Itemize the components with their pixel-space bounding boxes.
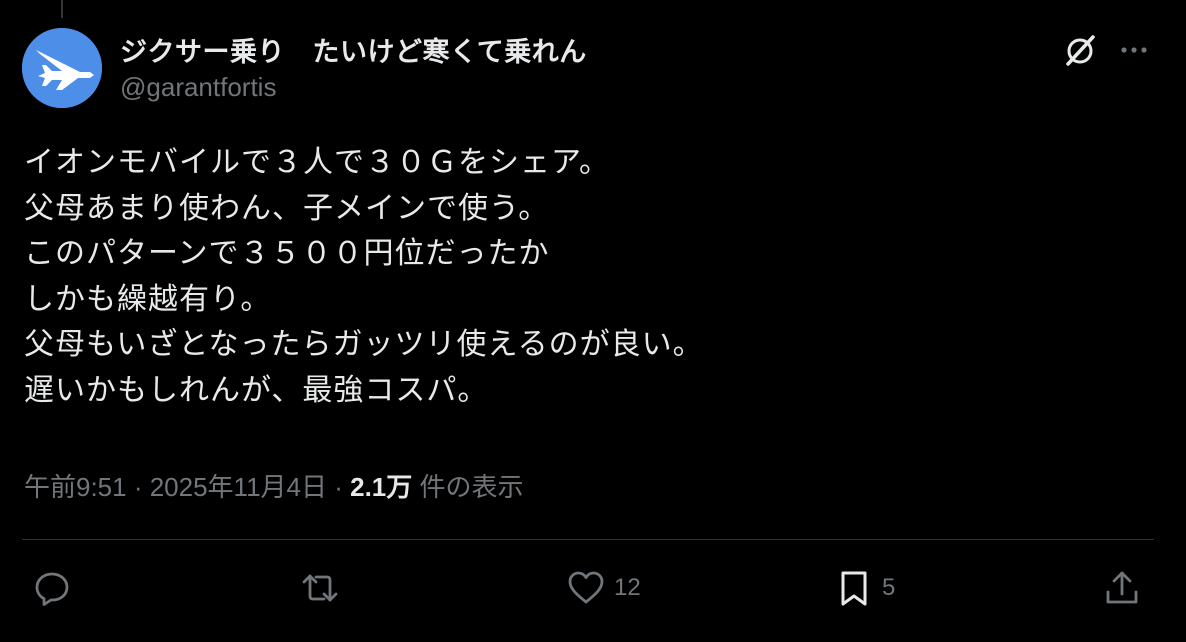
tweet-date-link[interactable]: 2025年11月4日 (150, 472, 327, 502)
tweet-line: イオンモバイルで３人で３０Ｇをシェア。 (24, 145, 610, 180)
repost-button[interactable] (300, 566, 348, 610)
views-count[interactable]: 2.1万 (350, 472, 412, 502)
author-display-name[interactable]: ジクサー乗り たいけど寒くて乗れん (120, 30, 587, 69)
grok-icon[interactable] (1060, 30, 1100, 70)
tweet-line: 父母あまり使わん、子メインで使う。 (24, 190, 550, 226)
tweet-line: このパターンで３５００円位だったか (24, 236, 550, 272)
divider (22, 539, 1154, 540)
heart-icon (568, 571, 604, 604)
bookmark-count: 5 (882, 574, 896, 601)
author-handle[interactable]: @garantfortis (120, 72, 276, 103)
thread-connector-line (61, 0, 63, 18)
more-icon[interactable] (1116, 32, 1152, 68)
tweet-meta: 午前9:51 · 2025年11月4日 · 2.1万 件の表示 (24, 467, 524, 504)
tweet-line: 父母もいざとなったらガッツリ使えるのが良い。 (24, 327, 704, 363)
tweet-line: 遅いかもしれんが、最強コスパ。 (24, 372, 489, 408)
fighter-jet-icon (22, 28, 102, 108)
bookmark-icon (841, 571, 867, 606)
meta-separator: · (126, 472, 150, 502)
tweet-time-link[interactable]: 午前9:51 (24, 472, 127, 502)
tweet-text: イオンモバイルで３人で３０Ｇをシェア。 父母あまり使わん、子メインで使う。 この… (24, 140, 1154, 414)
like-button[interactable]: 12 (566, 566, 641, 610)
reply-icon (35, 572, 69, 606)
share-button[interactable] (1102, 566, 1142, 610)
tweet-line: しかも繰越有り。 (24, 281, 272, 317)
like-count: 12 (614, 574, 641, 601)
share-icon (1106, 571, 1138, 604)
views-label: 件の表示 (412, 472, 524, 502)
meta-separator: · (327, 472, 351, 502)
bookmark-button[interactable]: 5 (834, 566, 895, 610)
reply-button[interactable] (32, 566, 80, 610)
repost-icon (302, 574, 338, 602)
avatar[interactable] (22, 28, 102, 108)
